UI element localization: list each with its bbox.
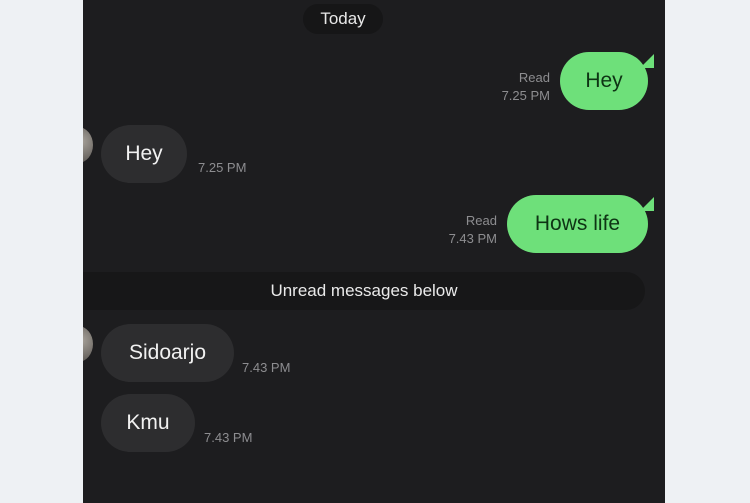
incoming-message-bubble[interactable]: Kmu bbox=[101, 394, 195, 452]
message-text: Hey bbox=[585, 69, 623, 92]
message-time: 7.43 PM bbox=[204, 430, 253, 445]
message-text: Kmu bbox=[126, 411, 170, 434]
contact-avatar[interactable] bbox=[83, 326, 93, 362]
unread-divider-label: Unread messages below bbox=[270, 281, 458, 300]
bubble-tail bbox=[640, 197, 654, 211]
read-status: Read bbox=[518, 70, 550, 85]
outgoing-message-bubble[interactable]: Hows life bbox=[507, 195, 648, 253]
message-text: Hows life bbox=[534, 212, 621, 235]
incoming-message-bubble[interactable]: Hey bbox=[101, 125, 187, 183]
unread-divider: Unread messages below bbox=[83, 272, 645, 310]
bubble-tail bbox=[640, 54, 654, 68]
message-time: 7.25 PM bbox=[501, 88, 550, 103]
contact-avatar[interactable] bbox=[83, 127, 93, 163]
read-status: Read bbox=[465, 213, 497, 228]
message-time: 7.43 PM bbox=[448, 231, 497, 246]
incoming-message-bubble[interactable]: Sidoarjo bbox=[101, 324, 234, 382]
date-separator: Today bbox=[303, 4, 383, 34]
message-text: Sidoarjo bbox=[128, 341, 207, 364]
outgoing-message-bubble[interactable]: Hey bbox=[560, 52, 648, 110]
chat-window: Today Read 7.25 PM Hey Hey 7.25 PM Read … bbox=[83, 0, 665, 503]
message-meta: Read 7.43 PM bbox=[425, 212, 497, 248]
message-time: 7.43 PM bbox=[242, 360, 291, 375]
message-meta: Read 7.25 PM bbox=[478, 69, 550, 105]
message-text: Hey bbox=[125, 142, 163, 165]
message-time: 7.25 PM bbox=[198, 160, 247, 175]
